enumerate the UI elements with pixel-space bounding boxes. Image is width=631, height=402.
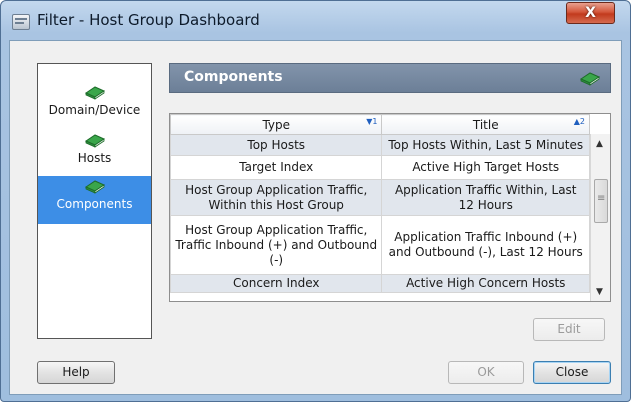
window-icon <box>12 14 30 30</box>
scroll-up-icon[interactable]: ▲ <box>596 139 603 149</box>
book-icon <box>84 178 106 194</box>
table-row[interactable]: Top Hosts Top Hosts Within, Last 5 Minut… <box>170 134 590 156</box>
navigation-list: Domain/Device Hosts Components <box>37 63 152 339</box>
components-table: Type ▼1 Title ▲2 Top Hosts Top Hosts Wit… <box>169 113 611 302</box>
table-row[interactable]: Target Index Active High Target Hosts <box>170 155 590 180</box>
close-button[interactable]: Close <box>533 361 611 384</box>
nav-item-domain-device[interactable]: Domain/Device <box>38 84 151 117</box>
edit-button[interactable]: Edit <box>533 318 605 341</box>
panel-title: Components <box>184 69 283 85</box>
sort-descending-icon: ▼1 <box>366 117 378 126</box>
table-row[interactable]: Host Group Application Traffic, Within t… <box>170 179 590 216</box>
cell-type: Concern Index <box>170 274 383 293</box>
cell-title: Application Traffic Within, Last 12 Hour… <box>381 179 590 216</box>
dialog-body: Domain/Device Hosts Components Component… <box>9 40 622 395</box>
cell-type: Host Group Application Traffic, Traffic … <box>170 215 383 275</box>
cell-title: Top Hosts Within, Last 5 Minutes <box>381 134 590 156</box>
dialog-window: Filter - Host Group Dashboard X Domain/D… <box>0 0 631 402</box>
nav-item-label: Domain/Device <box>48 103 141 117</box>
scrollbar-thumb[interactable] <box>594 179 608 223</box>
ok-button[interactable]: OK <box>448 361 524 384</box>
table-row[interactable]: Host Group Application Traffic, Traffic … <box>170 215 590 275</box>
cell-type: Target Index <box>170 155 383 180</box>
cell-title: Active High Target Hosts <box>381 155 590 180</box>
book-icon <box>84 132 106 148</box>
cell-type: Top Hosts <box>170 134 383 156</box>
help-button[interactable]: Help <box>37 361 115 384</box>
nav-item-label: Hosts <box>77 151 112 165</box>
column-header-title[interactable]: Title ▲2 <box>381 114 590 135</box>
vertical-scrollbar[interactable]: ▲ ▼ <box>590 134 610 301</box>
book-icon <box>579 70 601 86</box>
book-icon <box>84 84 106 100</box>
window-close-button[interactable]: X <box>566 2 615 24</box>
cell-title: Active High Concern Hosts <box>381 274 590 293</box>
components-panel-header: Components <box>169 63 611 93</box>
table-row[interactable]: Concern Index Active High Concern Hosts <box>170 274 590 293</box>
column-header-label: Title <box>472 117 499 132</box>
cell-title: Application Traffic Inbound (+) and Outb… <box>381 215 590 275</box>
column-header-type[interactable]: Type ▼1 <box>170 114 383 135</box>
nav-item-label: Components <box>56 197 133 211</box>
cell-type: Host Group Application Traffic, Within t… <box>170 179 383 216</box>
sort-ascending-icon: ▲2 <box>573 117 585 126</box>
title-bar[interactable]: Filter - Host Group Dashboard X <box>1 1 630 41</box>
column-header-label: Type <box>262 117 291 132</box>
window-title: Filter - Host Group Dashboard <box>37 11 260 29</box>
scroll-down-icon[interactable]: ▼ <box>596 287 603 297</box>
nav-item-hosts[interactable]: Hosts <box>38 132 151 165</box>
nav-item-components[interactable]: Components <box>38 176 151 224</box>
